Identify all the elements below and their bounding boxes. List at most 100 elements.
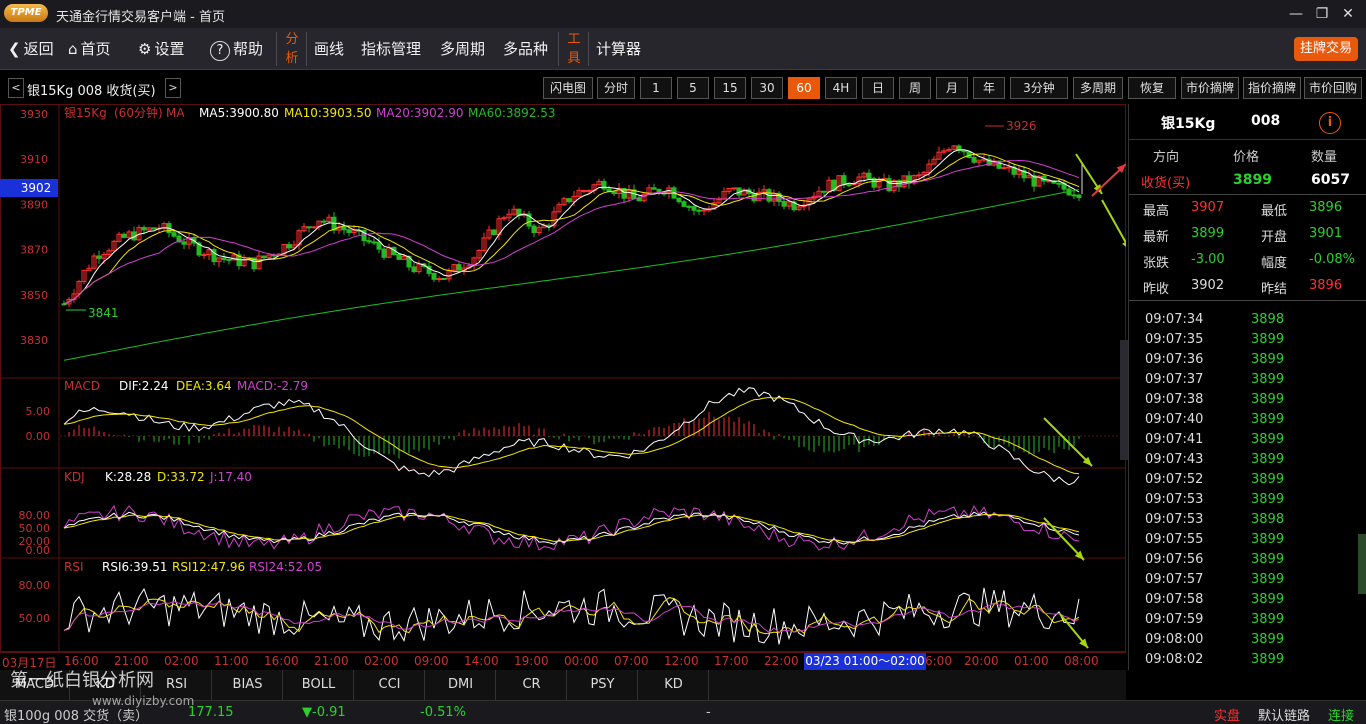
settings-button[interactable]: ⚙ 设置 [138, 37, 184, 61]
candle-body [171, 232, 177, 237]
y-tick-label: 80.00 [19, 509, 51, 522]
back-button[interactable]: ❮ 返回 [8, 37, 54, 61]
tick-price: 3899 [1251, 552, 1285, 567]
period-button[interactable]: 3分钟 [1010, 77, 1068, 99]
period-button[interactable]: 30 [751, 77, 783, 99]
period-button[interactable]: 分时 [597, 77, 635, 99]
tick-price: 3898 [1251, 312, 1285, 327]
period-button[interactable]: 日 [862, 77, 894, 99]
period-button[interactable]: 月 [936, 77, 968, 99]
info-icon[interactable]: i [1319, 112, 1341, 134]
rsi6-legend: RSI6:39.51 [102, 560, 168, 574]
stat-label: 开盘 [1261, 230, 1288, 245]
chart-area[interactable]: 3930 3910 3890 3870 3850 3830 银15Kg (60分钟) MA MA5… [0, 104, 1126, 652]
divider [306, 32, 307, 66]
period-button[interactable]: 60 [788, 77, 820, 99]
candle-body [821, 190, 827, 193]
indicator-manager-button[interactable]: 指标管理 [361, 37, 421, 61]
stat-value: 3896 [1309, 278, 1343, 293]
indicator-tab[interactable]: CCI [355, 670, 425, 700]
restore-icon[interactable]: ❐ [1312, 4, 1332, 24]
period-button[interactable]: 5 [677, 77, 709, 99]
tick-price: 3899 [1251, 632, 1285, 647]
prev-symbol-button[interactable]: < [8, 78, 24, 98]
chart-scrollbar[interactable] [1120, 340, 1128, 460]
y-tick-label: 3830 [20, 334, 48, 347]
tick-time: 09:07:34 [1145, 312, 1204, 327]
order-direction[interactable]: 收货(买) [1141, 172, 1190, 191]
tick-price: 3898 [1251, 512, 1285, 527]
period-button[interactable]: 市价回购 [1304, 77, 1362, 99]
y-tick-label: 50.00 [19, 612, 51, 625]
period-button[interactable]: 恢复 [1128, 77, 1176, 99]
back-label: 返回 [23, 40, 54, 58]
multi-period-button[interactable]: 多周期 [440, 37, 485, 61]
candle-body [341, 226, 347, 231]
time-tick-label: 14:00 [464, 654, 499, 668]
indicator-tab[interactable]: BIAS [213, 670, 283, 700]
home-icon: ⌂ [68, 40, 78, 58]
app-logo: TPME [4, 4, 48, 22]
period-button[interactable]: 15 [714, 77, 746, 99]
candle-body [611, 191, 617, 195]
y-tick-label: 3890 [20, 198, 48, 211]
chart-type: MA [166, 106, 185, 120]
tick-row: 09:08:00 3899 [1129, 632, 1366, 652]
tick-price: 3899 [1251, 432, 1285, 447]
candle-body [586, 189, 592, 192]
period-button[interactable]: 周 [899, 77, 931, 99]
order-price[interactable]: 3899 [1233, 172, 1272, 188]
period-button[interactable]: 指价摘牌 [1243, 77, 1301, 99]
tick-row: 09:08:02 3899 [1129, 652, 1366, 672]
indicator-tab[interactable]: DMI [426, 670, 496, 700]
indicator-tab[interactable]: BOLL [284, 670, 354, 700]
tick-time: 09:08:02 [1145, 652, 1204, 667]
candle-body [566, 198, 572, 203]
analysis-label-char-2: 析 [285, 51, 299, 66]
kdj-j: J:17.40 [209, 470, 252, 484]
candle-body [636, 197, 642, 202]
time-axis: 03月17日 16:00 21:00 02:00 11:00 16:00 21:00 02:0… [0, 652, 1126, 670]
crosshair-time-label: 03/23 01:00～02:00 [804, 653, 926, 670]
time-tick-label: 08:00 [1064, 654, 1099, 668]
tick-price: 3899 [1251, 612, 1285, 627]
indicator-tab[interactable]: KD [639, 670, 709, 700]
high-mark-label: 3926 [1006, 119, 1037, 133]
status-bar: 银100g 008 交货（卖） 177.15 ▼-0.91 -0.51% - 实… [0, 700, 1366, 724]
period-button[interactable]: 4H [825, 77, 857, 99]
period-button[interactable]: 年 [973, 77, 1005, 99]
y-tick-label: 3870 [20, 244, 48, 257]
candle-body [121, 233, 127, 238]
minimize-icon[interactable]: — [1286, 4, 1306, 24]
ticks-scrollbar[interactable] [1358, 534, 1366, 594]
calculator-button[interactable]: 计算器 [596, 37, 641, 61]
macd-dif: DIF:2.24 [119, 379, 169, 393]
time-tick-label: 00:00 [564, 654, 599, 668]
time-tick-label: 16:00 [264, 654, 299, 668]
y-tick-label: 0.00 [26, 544, 51, 557]
listing-trade-button[interactable]: 挂牌交易 [1294, 37, 1358, 61]
period-button[interactable]: 闪电图 [543, 77, 593, 99]
period-button[interactable]: 市价摘牌 [1181, 77, 1239, 99]
next-symbol-button[interactable]: > [165, 78, 181, 98]
divider [558, 32, 559, 66]
home-button[interactable]: ⌂ 首页 [68, 37, 111, 61]
stat-label: 最高 [1143, 204, 1170, 219]
y-tick-label: 3850 [20, 289, 48, 302]
kline-chart[interactable]: 3930 3910 3890 3870 3850 3830 银15Kg (60分钟) MA MA5… [0, 104, 1126, 652]
help-icon: ? [210, 41, 230, 61]
multi-product-button[interactable]: 多品种 [503, 37, 548, 61]
period-button[interactable]: 多周期 [1073, 77, 1123, 99]
tick-row: 09:07:59 3899 [1129, 612, 1366, 632]
period-button[interactable]: 1 [640, 77, 672, 99]
help-button[interactable]: ? 帮助 [210, 37, 263, 61]
candle-body [311, 226, 317, 229]
candle-body [701, 209, 707, 212]
close-icon[interactable]: ✕ [1338, 4, 1358, 24]
status-link[interactable]: 默认链路 [1258, 705, 1310, 724]
rsi-title: RSI [64, 560, 84, 574]
drawing-button[interactable]: 画线 [314, 37, 344, 61]
indicator-tab[interactable]: CR [497, 670, 567, 700]
time-tick-label: 02:00 [364, 654, 399, 668]
indicator-tab[interactable]: PSY [568, 670, 638, 700]
